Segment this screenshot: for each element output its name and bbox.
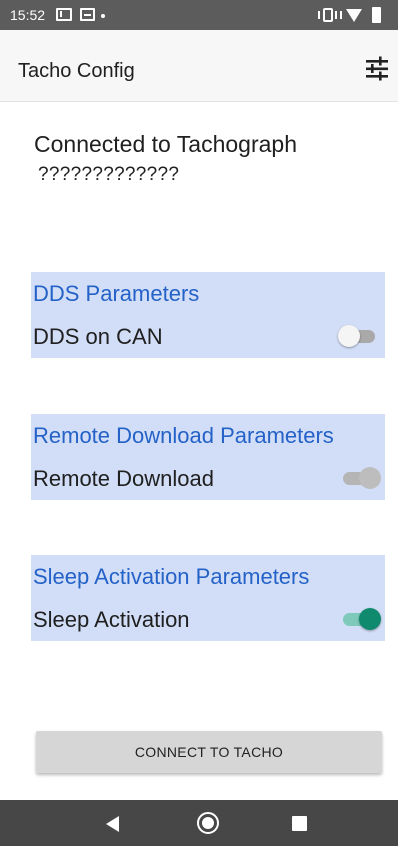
app-title: Tacho Config (18, 60, 135, 82)
section-title: DDS Parameters (33, 281, 200, 306)
remote-download-switch[interactable] (335, 464, 383, 492)
status-bar: 15:52 (0, 0, 398, 30)
app-bar: Tacho Config (0, 30, 398, 102)
sleep-activation-switch[interactable] (335, 605, 383, 633)
sleep-activation-parameters-section: Sleep Activation Parameters Sleep Activa… (31, 555, 385, 641)
section-title: Sleep Activation Parameters (33, 564, 310, 589)
home-icon[interactable] (197, 812, 219, 834)
tune-icon[interactable] (362, 54, 392, 84)
tachograph-serial: ????????????? (38, 164, 180, 185)
battery-icon (372, 7, 381, 23)
setting-label: DDS on CAN (33, 324, 163, 349)
dds-parameters-section: DDS Parameters DDS on CAN (31, 272, 385, 358)
dds-on-can-switch[interactable] (335, 322, 383, 350)
vibrate-icon (318, 8, 342, 22)
recents-icon[interactable] (292, 816, 307, 831)
remote-download-parameters-section: Remote Download Parameters Remote Downlo… (31, 414, 385, 500)
switch-thumb (338, 325, 360, 347)
notification-dot-icon (101, 14, 105, 18)
status-time: 15:52 (10, 7, 46, 23)
switch-thumb (359, 608, 381, 630)
connection-status-label: Connected to Tachograph (34, 131, 297, 157)
section-title: Remote Download Parameters (33, 423, 334, 448)
wifi-icon (346, 9, 362, 22)
navigation-bar (0, 800, 398, 846)
setting-label: Sleep Activation (33, 607, 190, 632)
calendar-icon (80, 8, 95, 21)
connect-to-tacho-button[interactable]: CONNECT TO TACHO (36, 731, 382, 773)
setting-label: Remote Download (33, 466, 214, 491)
switch-thumb (359, 467, 381, 489)
mail-icon (56, 8, 72, 21)
back-icon[interactable] (106, 816, 119, 832)
